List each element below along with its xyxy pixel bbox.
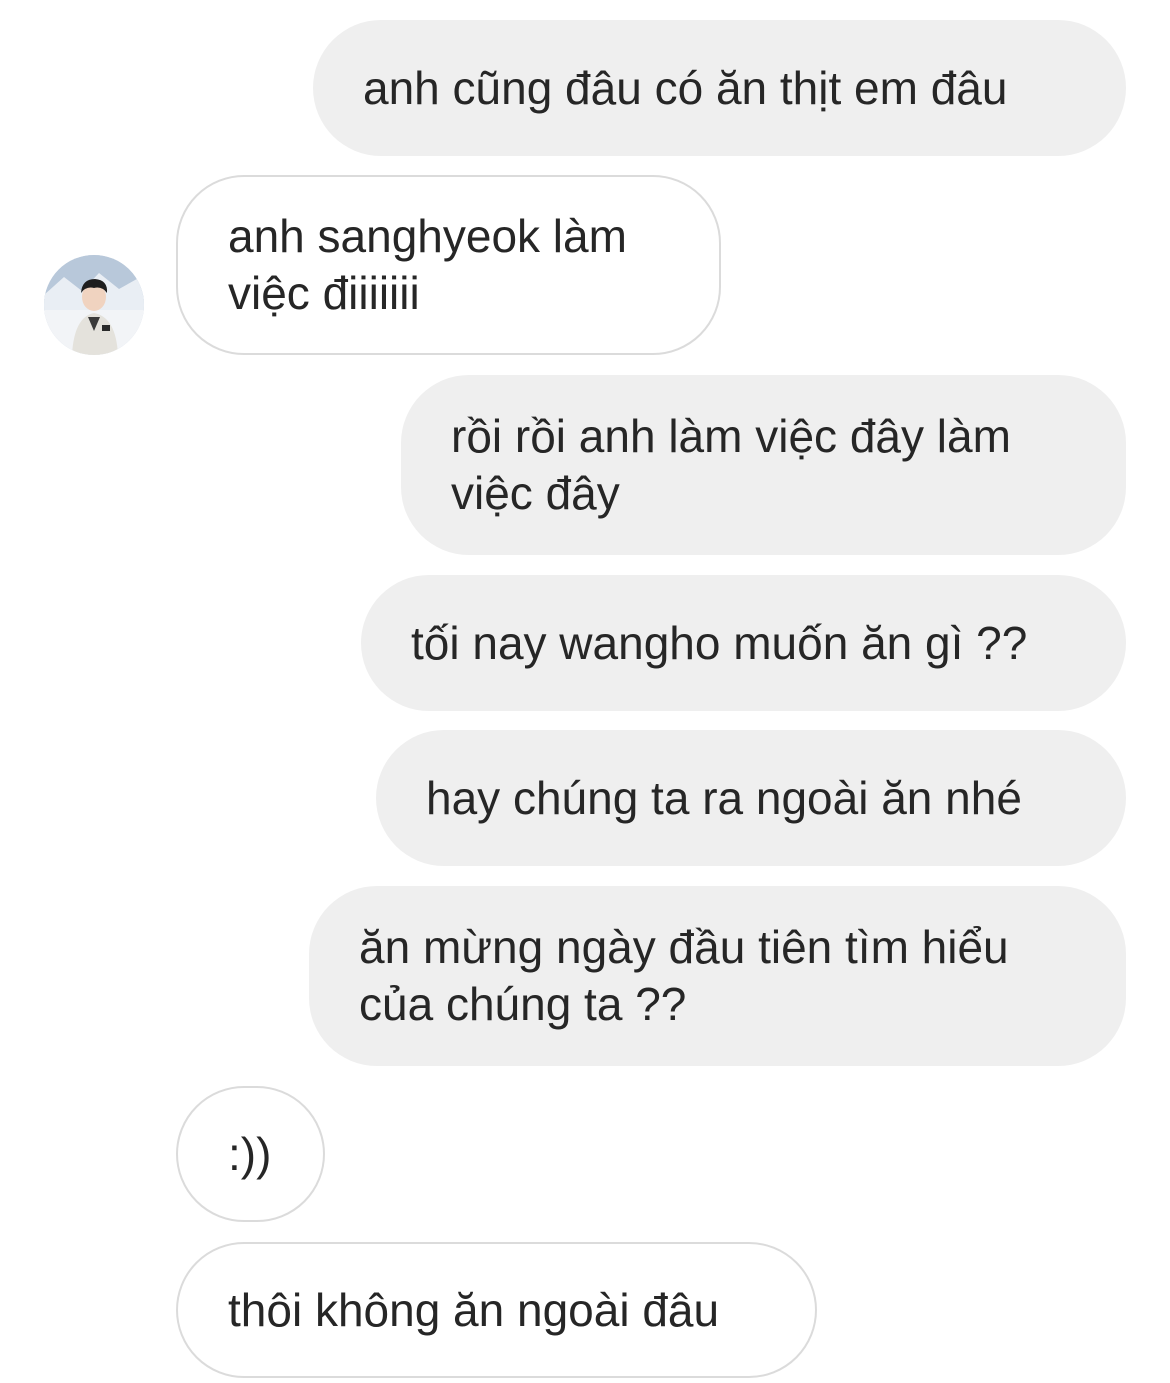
message-received[interactable]: :)) — [176, 1086, 325, 1222]
message-text: rồi rồi anh làm việc đây làm việc đây — [451, 410, 1011, 519]
message-text: :)) — [228, 1127, 272, 1180]
avatar-photo-icon — [44, 255, 144, 355]
message-text: thôi không ăn ngoài đâu — [228, 1283, 720, 1336]
message-received[interactable]: thôi không ăn ngoài đâu — [176, 1242, 817, 1378]
message-received[interactable]: anh sanghyeok làm việc điiiiiii — [176, 175, 721, 355]
message-sent[interactable]: rồi rồi anh làm việc đây làm việc đây — [401, 375, 1126, 555]
contact-avatar[interactable] — [44, 255, 144, 355]
message-text: hay chúng ta ra ngoài ăn nhé — [426, 771, 1022, 824]
message-text: anh cũng đâu có ăn thịt em đâu — [363, 61, 1008, 114]
message-text: anh sanghyeok làm việc điiiiiii — [228, 210, 627, 319]
message-sent[interactable]: anh cũng đâu có ăn thịt em đâu — [313, 20, 1126, 156]
message-sent[interactable]: hay chúng ta ra ngoài ăn nhé — [376, 730, 1126, 866]
message-sent[interactable]: tối nay wangho muốn ăn gì ?? — [361, 575, 1126, 711]
message-sent[interactable]: ăn mừng ngày đầu tiên tìm hiểu của chúng… — [309, 886, 1126, 1066]
message-text: tối nay wangho muốn ăn gì ?? — [411, 616, 1028, 669]
message-text: ăn mừng ngày đầu tiên tìm hiểu của chúng… — [359, 921, 1009, 1030]
